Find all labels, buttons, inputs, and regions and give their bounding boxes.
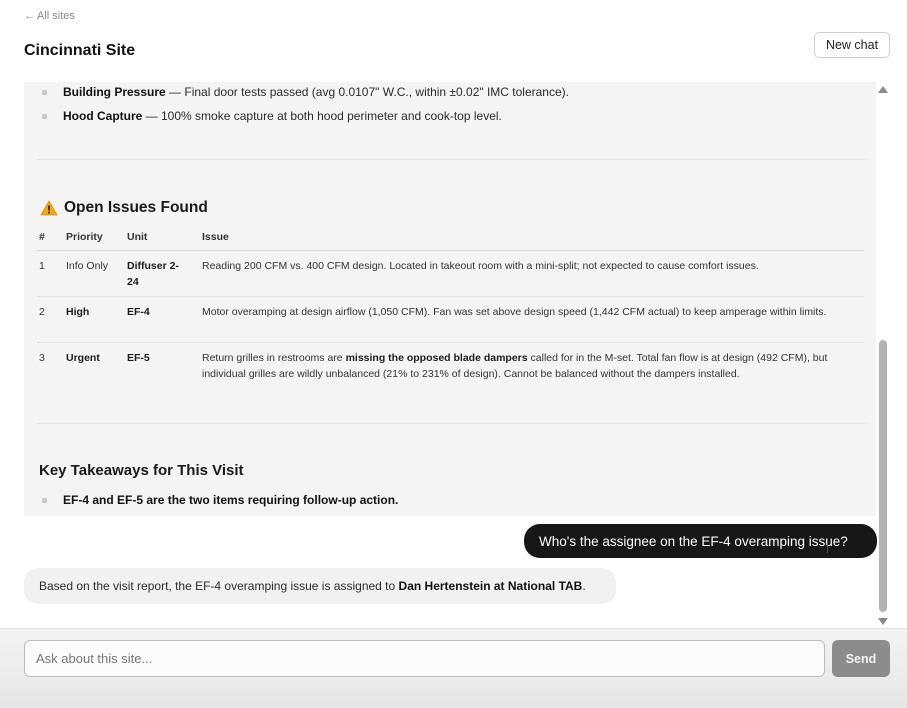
assignee-name: Dan Hertenstein at National TAB <box>398 579 583 593</box>
issue-highlight: missing the opposed blade dampers <box>345 352 528 364</box>
table-row: 3 Urgent EF-5 Return grilles in restroom… <box>37 343 864 403</box>
page-title: Cincinnati Site <box>24 42 136 59</box>
site-chat-page: ← All sites Cincinnati Site New chat Bui… <box>0 0 907 708</box>
list-item: EF-4 and EF-5 are the two items requirin… <box>42 493 398 507</box>
assistant-text: . <box>582 579 586 593</box>
cell-issue: Reading 200 CFM vs. 400 CFM design. Loca… <box>202 260 759 272</box>
scrollbar-thumb[interactable] <box>879 340 887 612</box>
divider <box>37 423 865 424</box>
bullet-icon <box>42 90 47 95</box>
list-item: Building Pressure — Final door tests pas… <box>42 85 569 99</box>
cell-unit: EF-4 <box>127 306 150 318</box>
back-to-all-sites-link[interactable]: ← All sites <box>24 10 75 22</box>
bullet-detail: — Final door tests passed (avg 0.0107" W… <box>165 85 569 99</box>
back-link-label: All sites <box>37 10 75 22</box>
header: ← All sites Cincinnati Site New chat <box>0 0 907 82</box>
open-issues-heading: Open Issues Found <box>40 199 208 217</box>
cell-num: 1 <box>39 260 45 272</box>
bullet-text: Hood Capture — 100% smoke capture at bot… <box>63 109 502 123</box>
cell-num: 3 <box>39 352 45 364</box>
report-message: Building Pressure — Final door tests pas… <box>24 82 876 516</box>
bullet-detail: — 100% smoke capture at both hood perime… <box>142 109 502 123</box>
column-header-num: # <box>39 231 45 243</box>
column-header-issue: Issue <box>202 231 229 243</box>
cell-issue: Return grilles in restrooms are missing … <box>202 350 852 382</box>
assistant-text: Based on the visit report, the EF-4 over… <box>39 579 399 593</box>
ask-input[interactable] <box>24 640 825 677</box>
table-row: 2 High EF-4 Motor overamping at design a… <box>37 297 864 343</box>
chat-scroll-area[interactable]: Building Pressure — Final door tests pas… <box>0 82 907 628</box>
assistant-message: Based on the visit report, the EF-4 over… <box>24 568 616 604</box>
bullet-label: Hood Capture <box>63 109 143 123</box>
assistant-message-text: Based on the visit report, the EF-4 over… <box>39 579 586 593</box>
bullet-text: Building Pressure — Final door tests pas… <box>63 85 569 99</box>
cell-unit: EF-5 <box>127 352 150 364</box>
table-header-row: # Priority Unit Issue <box>37 226 864 251</box>
back-arrow-icon: ← <box>24 10 35 22</box>
cell-priority: Info Only <box>66 260 109 272</box>
divider <box>37 159 865 160</box>
issue-text: Return grilles in restrooms are <box>202 352 346 364</box>
key-takeaways-heading: Key Takeaways for This Visit <box>39 462 244 479</box>
scroll-up-arrow-icon[interactable] <box>878 86 888 93</box>
cell-unit: Diffuser 2-24 <box>127 260 179 288</box>
column-header-priority: Priority <box>66 231 103 243</box>
cell-priority: High <box>66 306 90 318</box>
bullet-icon <box>42 498 47 503</box>
bullet-label: Building Pressure <box>63 85 166 99</box>
issues-table: # Priority Unit Issue 1 Info Only Diffus… <box>37 226 864 403</box>
new-chat-button[interactable]: New chat <box>814 32 890 58</box>
cell-priority: Urgent <box>66 352 100 364</box>
warning-icon <box>40 200 58 216</box>
user-message: Who's the assignee on the EF-4 overampin… <box>524 524 877 558</box>
text-cursor-icon <box>827 542 833 553</box>
table-row: 1 Info Only Diffuser 2-24 Reading 200 CF… <box>37 251 864 297</box>
list-item: Hood Capture — 100% smoke capture at bot… <box>42 109 502 123</box>
takeaway-text: EF-4 and EF-5 are the two items requirin… <box>63 493 399 507</box>
cell-num: 2 <box>39 306 45 318</box>
composer: Send <box>0 628 907 708</box>
cell-issue: Motor overamping at design airflow (1,05… <box>202 306 827 318</box>
bullet-icon <box>42 114 47 119</box>
scroll-down-arrow-icon[interactable] <box>878 618 888 625</box>
column-header-unit: Unit <box>127 231 148 243</box>
open-issues-title: Open Issues Found <box>64 199 208 216</box>
send-button[interactable]: Send <box>832 640 890 677</box>
